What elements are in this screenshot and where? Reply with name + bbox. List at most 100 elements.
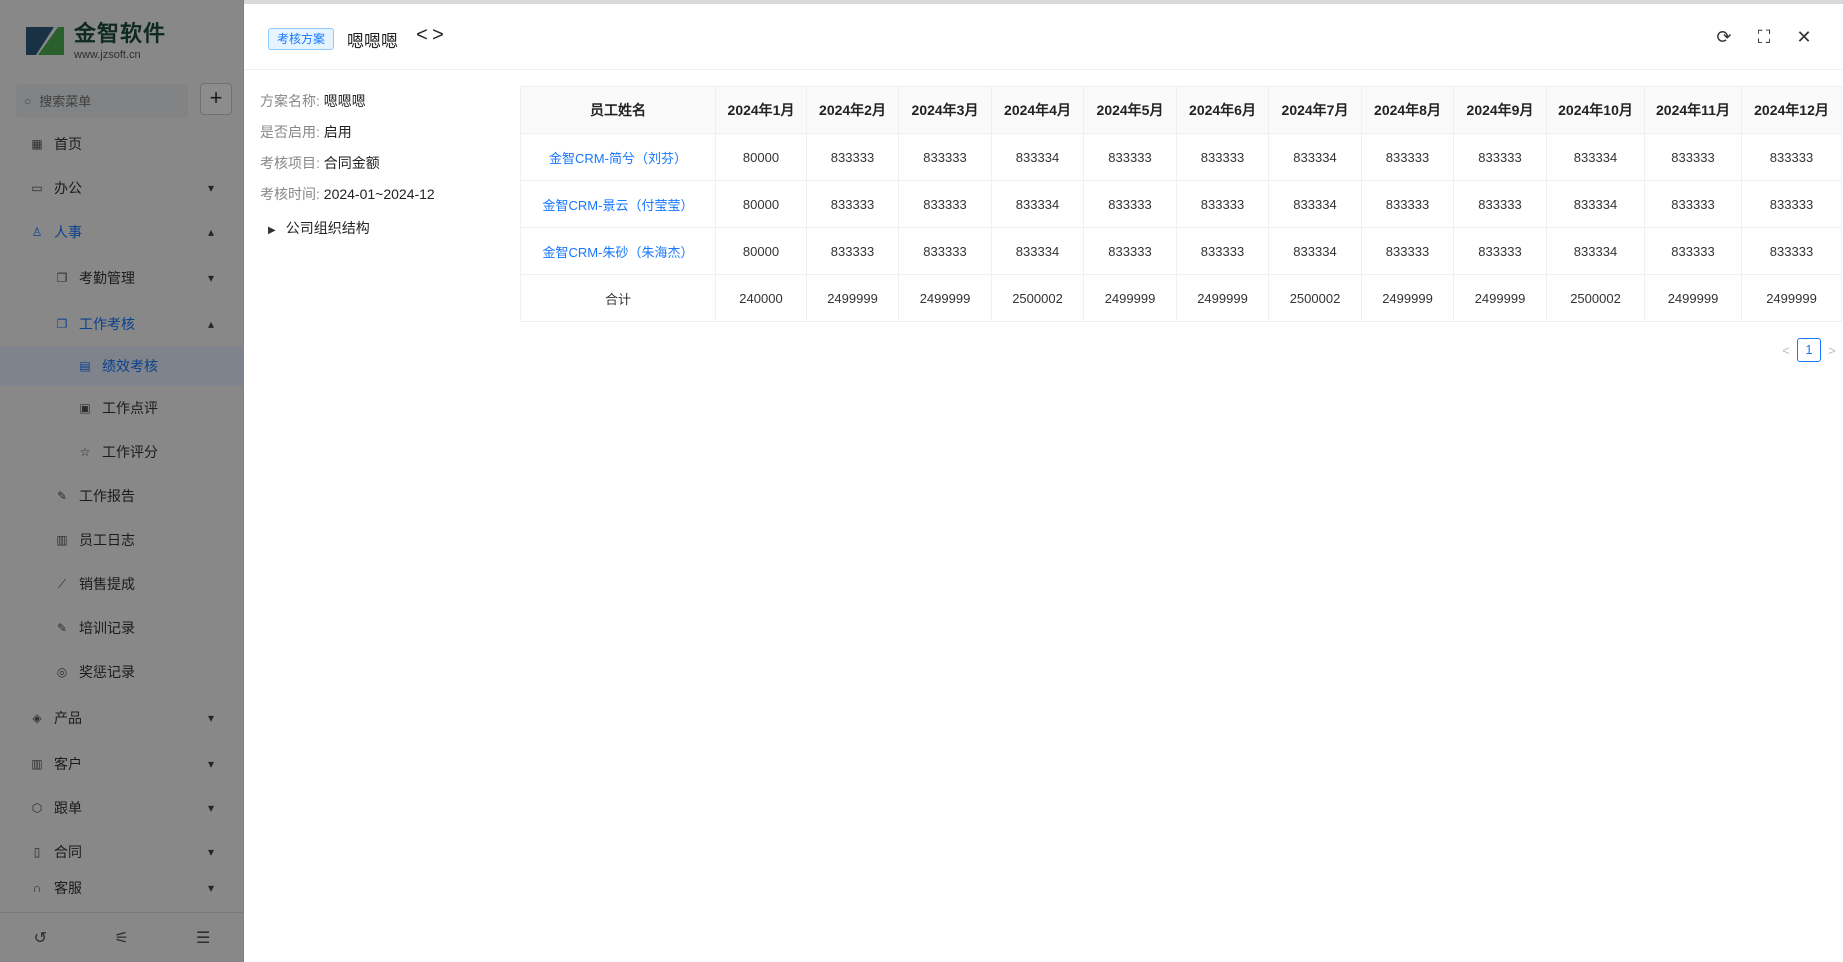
table-cell: 833333 <box>1741 133 1842 181</box>
table-cell: 833333 <box>1453 227 1547 275</box>
table-cell: 合计 <box>520 274 716 322</box>
caret-right-icon[interactable]: ▶ <box>268 225 276 236</box>
record-navigation: < > <box>414 24 446 47</box>
table-cell: 2499999 <box>1741 274 1842 322</box>
info-label: 考核时间: <box>260 186 320 202</box>
table-cell: 2499999 <box>806 274 899 322</box>
table-cell: 833333 <box>806 227 899 275</box>
table-cell: 833334 <box>1546 180 1645 228</box>
info-label: 考核项目: <box>260 155 320 171</box>
table-cell: 833334 <box>1546 227 1645 275</box>
table-cell: 833334 <box>1268 227 1362 275</box>
table-cell: 833334 <box>991 227 1084 275</box>
pagination: < 1 > <box>1775 338 1843 362</box>
total-row: 合计 240000 2499999 2499999 2500002 249999… <box>520 274 1842 322</box>
column-header: 2024年7月 <box>1268 86 1362 134</box>
employee-link[interactable]: 金智CRM-景云（付莹莹） <box>520 180 716 228</box>
column-header: 2024年10月 <box>1546 86 1645 134</box>
table-cell: 833334 <box>1268 133 1362 181</box>
prev-page-icon[interactable]: < <box>1775 343 1797 358</box>
drawer-title: 嗯嗯嗯 <box>347 32 398 51</box>
scheme-drawer: 考核方案 嗯嗯嗯 < > ⟳ ⛶ ✕ 方案名称: 嗯嗯嗯 是否启用: 启用 考核项… <box>244 4 1843 962</box>
info-row-time: 考核时间: 2024-01~2024-12 <box>260 179 500 210</box>
column-header: 2024年3月 <box>898 86 992 134</box>
column-header: 2024年8月 <box>1361 86 1454 134</box>
drawer-actions: ⟳ ⛶ ✕ <box>1697 24 1817 50</box>
table-cell: 833333 <box>1741 227 1842 275</box>
table-cell: 80000 <box>715 133 807 181</box>
table-cell: 833333 <box>1453 133 1547 181</box>
column-header: 2024年1月 <box>715 86 807 134</box>
table-cell: 833333 <box>898 227 992 275</box>
table-cell: 2499999 <box>898 274 992 322</box>
column-header: 2024年12月 <box>1741 86 1842 134</box>
table-cell: 833334 <box>1268 180 1362 228</box>
info-value: 合同金额 <box>323 155 380 171</box>
table-cell: 833334 <box>991 180 1084 228</box>
table-cell: 833333 <box>1361 227 1454 275</box>
table-cell: 2500002 <box>1546 274 1645 322</box>
table-cell: 833333 <box>1644 180 1742 228</box>
refresh-icon[interactable]: ⟳ <box>1711 24 1737 50</box>
close-icon[interactable]: ✕ <box>1791 24 1817 50</box>
assessment-table: 员工姓名 2024年1月 2024年2月 2024年3月 2024年4月 202… <box>520 86 1842 322</box>
drawer-header: 考核方案 嗯嗯嗯 < > ⟳ ⛶ ✕ <box>244 4 1843 70</box>
info-row-name: 方案名称: 嗯嗯嗯 <box>260 86 500 117</box>
column-header: 2024年6月 <box>1176 86 1269 134</box>
column-header: 2024年4月 <box>991 86 1084 134</box>
table-cell: 833333 <box>1176 227 1269 275</box>
table-cell: 2499999 <box>1644 274 1742 322</box>
column-header: 2024年11月 <box>1644 86 1742 134</box>
table-header-row: 员工姓名 2024年1月 2024年2月 2024年3月 2024年4月 202… <box>520 86 1842 134</box>
page-number[interactable]: 1 <box>1797 338 1821 362</box>
column-header: 2024年2月 <box>806 86 899 134</box>
tree-node-label: 公司组织结构 <box>285 220 370 236</box>
table-cell: 833333 <box>1083 227 1177 275</box>
table-cell: 2500002 <box>1268 274 1362 322</box>
table-cell: 833333 <box>1453 180 1547 228</box>
scheme-info: 方案名称: 嗯嗯嗯 是否启用: 启用 考核项目: 合同金额 考核时间: 2024… <box>260 86 500 210</box>
table-cell: 833334 <box>991 133 1084 181</box>
type-tag: 考核方案 <box>268 28 335 50</box>
info-value: 2024-01~2024-12 <box>323 186 435 202</box>
table-cell: 240000 <box>715 274 807 322</box>
info-row-enabled: 是否启用: 启用 <box>260 117 500 148</box>
table-cell: 833333 <box>806 180 899 228</box>
table-cell: 833333 <box>1361 180 1454 228</box>
column-header: 2024年9月 <box>1453 86 1547 134</box>
table-cell: 833333 <box>898 133 992 181</box>
column-header: 员工姓名 <box>520 86 716 134</box>
table-row: 金智CRM-朱砂（朱海杰） 80000 833333 833333 833334… <box>520 227 1842 275</box>
column-header: 2024年5月 <box>1083 86 1177 134</box>
prev-record-icon[interactable]: < <box>414 24 430 47</box>
info-value: 启用 <box>323 124 352 140</box>
table-cell: 2499999 <box>1453 274 1547 322</box>
org-tree-node[interactable]: ▶ 公司组织结构 <box>268 218 370 238</box>
table-cell: 833333 <box>1083 133 1177 181</box>
info-label: 方案名称: <box>260 93 320 109</box>
modal-mask[interactable] <box>0 0 244 962</box>
info-value: 嗯嗯嗯 <box>323 93 366 109</box>
table-cell: 833333 <box>1644 133 1742 181</box>
next-page-icon[interactable]: > <box>1821 343 1843 358</box>
table-cell: 833333 <box>1083 180 1177 228</box>
table-cell: 833333 <box>898 180 992 228</box>
next-record-icon[interactable]: > <box>430 24 446 47</box>
fullscreen-icon[interactable]: ⛶ <box>1751 24 1777 50</box>
table-cell: 2499999 <box>1361 274 1454 322</box>
table-row: 金智CRM-景云（付莹莹） 80000 833333 833333 833334… <box>520 180 1842 228</box>
employee-link[interactable]: 金智CRM-朱砂（朱海杰） <box>520 227 716 275</box>
table-cell: 833333 <box>806 133 899 181</box>
info-row-item: 考核项目: 合同金额 <box>260 148 500 179</box>
table-cell: 2499999 <box>1176 274 1269 322</box>
table-cell: 2500002 <box>991 274 1084 322</box>
table-cell: 833333 <box>1644 227 1742 275</box>
table-cell: 833333 <box>1741 180 1842 228</box>
table-cell: 833333 <box>1361 133 1454 181</box>
info-label: 是否启用: <box>260 124 320 140</box>
table-cell: 833333 <box>1176 133 1269 181</box>
table-row: 金智CRM-简兮（刘芬） 80000 833333 833333 833334 … <box>520 133 1842 181</box>
table-cell: 833334 <box>1546 133 1645 181</box>
table-cell: 80000 <box>715 180 807 228</box>
employee-link[interactable]: 金智CRM-简兮（刘芬） <box>520 133 716 181</box>
